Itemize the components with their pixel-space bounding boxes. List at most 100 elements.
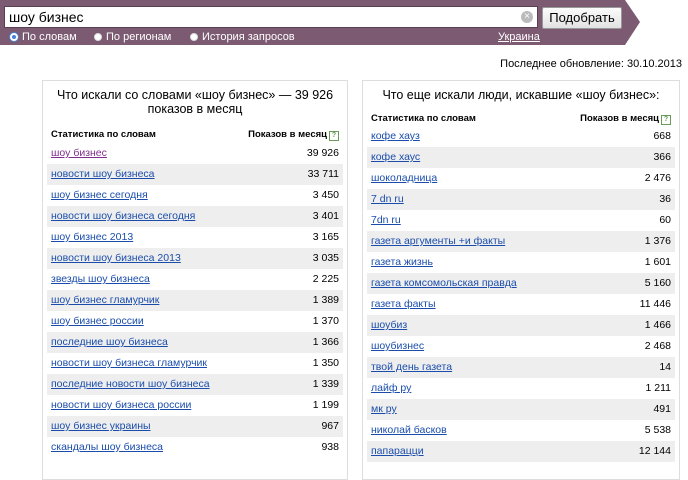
impressions-count: 1 350	[312, 357, 339, 369]
impressions-count: 11 446	[639, 298, 671, 310]
phrase-link[interactable]: новости шоу бизнеса сегодня	[51, 206, 195, 227]
impressions-count: 1 466	[644, 319, 671, 331]
phrase-link[interactable]: газета факты	[371, 294, 436, 315]
phrase-link[interactable]: 7dn ru	[371, 210, 401, 231]
impressions-count: 33 711	[307, 168, 339, 180]
table-row: шоу бизнес 39 926	[47, 143, 343, 164]
impressions-count: 5 538	[644, 424, 671, 436]
phrase-link[interactable]: газета комсомольская правда	[371, 273, 517, 294]
radio-unchecked-icon[interactable]	[94, 33, 102, 41]
phrase-link[interactable]: лайф ру	[371, 378, 411, 399]
phrase-link[interactable]: папарацци	[371, 441, 424, 462]
phrase-link[interactable]: шоколадница	[371, 168, 437, 189]
phrase-link[interactable]: новости шоу бизнеса гламурчик	[51, 353, 207, 374]
mode-label: По регионам	[106, 31, 172, 43]
column-header-phrase: Статистика по словам	[51, 129, 156, 140]
phrase-link[interactable]: последние новости шоу бизнеса	[51, 374, 210, 395]
phrase-link[interactable]: шоу бизнес 2013	[51, 227, 133, 248]
table-row: новости шоу бизнеса россии 1 199	[47, 395, 343, 416]
table-row: скандалы шоу бизнеса 938	[47, 437, 343, 458]
mode-by-regions[interactable]: По регионам	[94, 31, 171, 43]
table-row: кофе хаус 366	[367, 147, 675, 168]
impressions-count: 967	[321, 420, 339, 432]
radio-checked-icon[interactable]	[10, 33, 18, 41]
phrase-link[interactable]: газета аргументы +и факты	[371, 231, 505, 252]
clear-icon[interactable]: ×	[521, 11, 533, 23]
column-header-count-label: Показов в месяц	[580, 113, 659, 124]
table-row: газета жизнь 1 601	[367, 252, 675, 273]
impressions-count: 1 339	[312, 378, 339, 390]
impressions-count: 3 165	[312, 231, 339, 243]
column-header-count: Показов в месяц?	[248, 129, 339, 141]
impressions-count: 3 450	[312, 189, 339, 201]
phrase-link[interactable]: скандалы шоу бизнеса	[51, 437, 163, 458]
table-row: шоу бизнес гламурчик 1 389	[47, 290, 343, 311]
phrase-link[interactable]: новости шоу бизнеса	[51, 164, 155, 185]
help-icon[interactable]: ?	[329, 131, 339, 141]
phrase-link[interactable]: кофе хаус	[371, 147, 420, 168]
impressions-count: 1 389	[312, 294, 339, 306]
column-header-phrase: Статистика по словам	[371, 113, 476, 124]
phrase-link[interactable]: последние шоу бизнеса	[51, 332, 168, 353]
phrase-link[interactable]: звезды шоу бизнеса	[51, 269, 150, 290]
related-searches-panel: Что еще искали люди, искавшие «шоу бизне…	[362, 80, 680, 480]
table-row: новости шоу бизнеса гламурчик 1 350	[47, 353, 343, 374]
table-row: новости шоу бизнеса 33 711	[47, 164, 343, 185]
table-row: лайф ру 1 211	[367, 378, 675, 399]
search-input[interactable]	[9, 9, 509, 25]
impressions-count: 1 366	[312, 336, 339, 348]
table-row: газета аргументы +и факты 1 376	[367, 231, 675, 252]
table-row: 7 dn ru 36	[367, 189, 675, 210]
table-row: новости шоу бизнеса сегодня 3 401	[47, 206, 343, 227]
impressions-count: 36	[659, 193, 671, 205]
phrase-link[interactable]: мк ру	[371, 399, 397, 420]
phrase-link[interactable]: новости шоу бизнеса 2013	[51, 248, 181, 269]
search-box: ×	[4, 6, 538, 28]
panel-title-line2: показов в месяц	[147, 102, 243, 116]
mode-label: История запросов	[202, 31, 295, 43]
column-header-count: Показов в месяц?	[580, 113, 671, 125]
impressions-count: 60	[659, 214, 671, 226]
words-stats-panel: Что искали со словами «шоу бизнес» — 39 …	[42, 80, 348, 480]
table-row: звезды шоу бизнеса 2 225	[47, 269, 343, 290]
table-row: твой день газета 14	[367, 357, 675, 378]
table-row: папарацци 12 144	[367, 441, 675, 462]
phrase-link[interactable]: шоу бизнес	[51, 143, 107, 164]
phrase-link[interactable]: шоу бизнес гламурчик	[51, 290, 159, 311]
table-row: шоубиз 1 466	[367, 315, 675, 336]
impressions-count: 938	[321, 441, 339, 453]
impressions-count: 12 144	[638, 445, 671, 457]
phrase-link[interactable]: шоубиз	[371, 315, 407, 336]
submit-button[interactable]: Подобрать	[542, 7, 622, 29]
impressions-count: 14	[659, 361, 671, 373]
phrase-link[interactable]: шоу бизнес россии	[51, 311, 144, 332]
phrase-link[interactable]: шоубизнес	[371, 336, 424, 357]
phrase-link[interactable]: шоу бизнес сегодня	[51, 185, 148, 206]
table-row: газета факты 11 446	[367, 294, 675, 315]
phrase-link[interactable]: кофе хауз	[371, 126, 420, 147]
mode-label: По словам	[22, 31, 77, 43]
phrase-link[interactable]: твой день газета	[371, 357, 452, 378]
mode-by-words[interactable]: По словам	[10, 31, 77, 43]
radio-unchecked-icon[interactable]	[190, 33, 198, 41]
phrase-link[interactable]: газета жизнь	[371, 252, 433, 273]
impressions-count: 1 601	[644, 256, 671, 268]
mode-history[interactable]: История запросов	[190, 31, 295, 43]
table-row: шоу бизнес украины 967	[47, 416, 343, 437]
phrase-link[interactable]: новости шоу бизнеса россии	[51, 395, 191, 416]
table-row: шоколадница 2 476	[367, 168, 675, 189]
column-header-count-label: Показов в месяц	[248, 129, 327, 140]
region-link[interactable]: Украина	[498, 31, 540, 43]
table-row: 7dn ru 60	[367, 210, 675, 231]
table-row: новости шоу бизнеса 2013 3 035	[47, 248, 343, 269]
phrase-link[interactable]: николай басков	[371, 420, 447, 441]
table-row: газета комсомольская правда 5 160	[367, 273, 675, 294]
phrase-link[interactable]: 7 dn ru	[371, 189, 404, 210]
impressions-count: 668	[653, 130, 671, 142]
help-icon[interactable]: ?	[661, 115, 671, 125]
table-row: шоу бизнес россии 1 370	[47, 311, 343, 332]
phrase-link[interactable]: шоу бизнес украины	[51, 416, 151, 437]
impressions-count: 1 211	[645, 382, 672, 394]
impressions-count: 1 370	[312, 315, 339, 327]
impressions-count: 1 376	[644, 235, 671, 247]
